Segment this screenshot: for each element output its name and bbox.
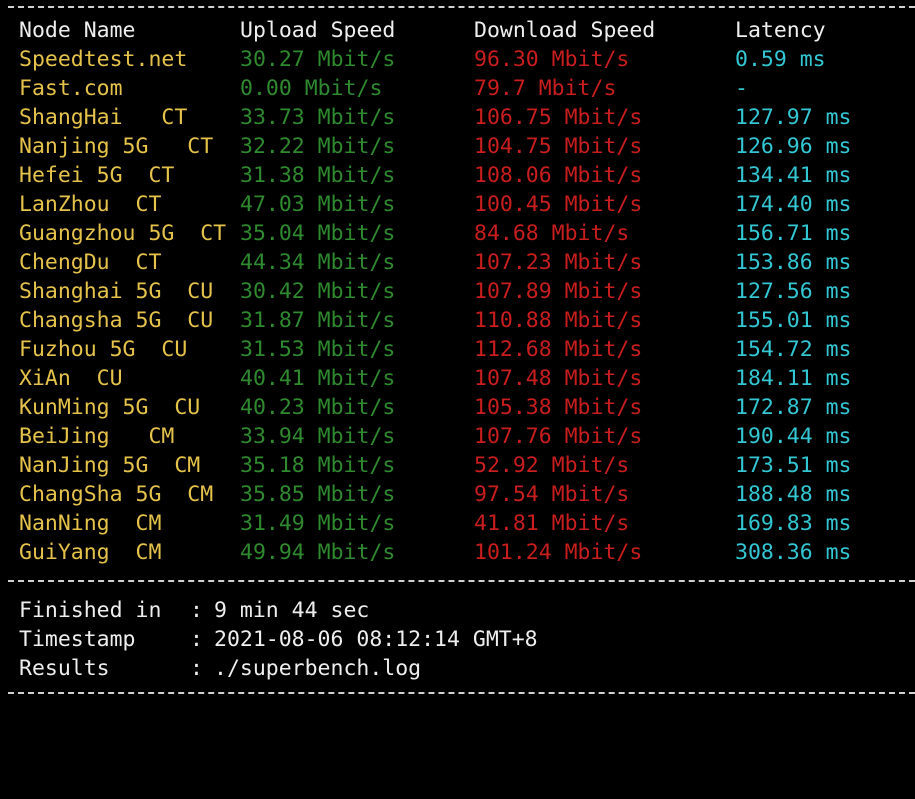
node-name-cell: Fuzhou 5G CU: [19, 337, 188, 362]
separator-top: [8, 6, 915, 8]
upload-speed-cell: 49.94 Mbit/s: [240, 540, 396, 565]
upload-speed-cell: 47.03 Mbit/s: [240, 192, 396, 217]
upload-speed-cell: 30.27 Mbit/s: [240, 47, 396, 72]
node-name-cell: KunMing 5G CU: [19, 395, 201, 420]
results-colon: :: [190, 656, 203, 681]
download-speed-cell: 108.06 Mbit/s: [474, 163, 643, 188]
finished-colon: :: [190, 598, 203, 623]
node-name-cell: Shanghai 5G CU: [19, 279, 214, 304]
node-name-cell: ChengDu CT: [19, 250, 162, 275]
download-speed-cell: 41.81 Mbit/s: [474, 511, 630, 536]
upload-speed-cell: 32.22 Mbit/s: [240, 134, 396, 159]
latency-cell: 184.11 ms: [735, 366, 852, 391]
node-name-cell: LanZhou CT: [19, 192, 162, 217]
timestamp-label: Timestamp: [19, 627, 136, 652]
header-node-name: Node Name: [19, 18, 136, 43]
upload-speed-cell: 31.53 Mbit/s: [240, 337, 396, 362]
latency-cell: -: [735, 76, 748, 101]
node-name-cell: NanJing 5G CM: [19, 453, 201, 478]
latency-cell: 172.87 ms: [735, 395, 852, 420]
upload-speed-cell: 35.04 Mbit/s: [240, 221, 396, 246]
finished-label: Finished in: [19, 598, 162, 623]
latency-cell: 174.40 ms: [735, 192, 852, 217]
upload-speed-cell: 35.85 Mbit/s: [240, 482, 396, 507]
upload-speed-cell: 31.49 Mbit/s: [240, 511, 396, 536]
upload-speed-cell: 44.34 Mbit/s: [240, 250, 396, 275]
latency-cell: 154.72 ms: [735, 337, 852, 362]
header-latency: Latency: [735, 18, 826, 43]
header-download-speed: Download Speed: [474, 18, 656, 43]
download-speed-cell: 97.54 Mbit/s: [474, 482, 630, 507]
download-speed-cell: 104.75 Mbit/s: [474, 134, 643, 159]
download-speed-cell: 107.76 Mbit/s: [474, 424, 643, 449]
upload-speed-cell: 31.38 Mbit/s: [240, 163, 396, 188]
node-name-cell: Speedtest.net: [19, 47, 188, 72]
results-value: ./superbench.log: [214, 656, 422, 681]
node-name-cell: Fast.com: [19, 76, 123, 101]
node-name-cell: Nanjing 5G CT: [19, 134, 214, 159]
latency-cell: 190.44 ms: [735, 424, 852, 449]
download-speed-cell: 79.7 Mbit/s: [474, 76, 617, 101]
latency-cell: 173.51 ms: [735, 453, 852, 478]
upload-speed-cell: 33.73 Mbit/s: [240, 105, 396, 130]
finished-value: 9 min 44 sec: [214, 598, 370, 623]
latency-cell: 155.01 ms: [735, 308, 852, 333]
latency-cell: 127.97 ms: [735, 105, 852, 130]
latency-cell: 126.96 ms: [735, 134, 852, 159]
upload-speed-cell: 31.87 Mbit/s: [240, 308, 396, 333]
upload-speed-cell: 40.41 Mbit/s: [240, 366, 396, 391]
footer-finished: Finished in : 9 min 44 sec: [19, 596, 369, 625]
node-name-cell: BeiJing CM: [19, 424, 175, 449]
latency-cell: 156.71 ms: [735, 221, 852, 246]
latency-cell: 134.41 ms: [735, 163, 852, 188]
footer-results: Results : ./superbench.log: [19, 654, 421, 683]
separator-bottom: [8, 692, 915, 694]
timestamp-colon: :: [190, 627, 203, 652]
latency-cell: 153.86 ms: [735, 250, 852, 275]
download-speed-cell: 101.24 Mbit/s: [474, 540, 643, 565]
download-speed-cell: 107.89 Mbit/s: [474, 279, 643, 304]
terminal-window: Node Name Upload Speed Download Speed La…: [0, 0, 915, 700]
download-speed-cell: 52.92 Mbit/s: [474, 453, 630, 478]
node-name-cell: ShangHai CT: [19, 105, 188, 130]
footer-timestamp: Timestamp : 2021-08-06 08:12:14 GMT+8: [19, 625, 538, 654]
upload-speed-cell: 0.00 Mbit/s: [240, 76, 383, 101]
upload-speed-cell: 30.42 Mbit/s: [240, 279, 396, 304]
header-upload-speed: Upload Speed: [240, 18, 396, 43]
download-speed-cell: 106.75 Mbit/s: [474, 105, 643, 130]
download-speed-cell: 100.45 Mbit/s: [474, 192, 643, 217]
download-speed-cell: 107.48 Mbit/s: [474, 366, 643, 391]
node-name-cell: GuiYang CM: [19, 540, 162, 565]
node-name-cell: XiAn CU: [19, 366, 123, 391]
table-header: Node Name Upload Speed Download Speed La…: [0, 16, 826, 45]
timestamp-value: 2021-08-06 08:12:14 GMT+8: [214, 627, 538, 652]
download-speed-cell: 84.68 Mbit/s: [474, 221, 630, 246]
download-speed-cell: 112.68 Mbit/s: [474, 337, 643, 362]
latency-cell: 0.59 ms: [735, 47, 826, 72]
latency-cell: 188.48 ms: [735, 482, 852, 507]
latency-cell: 169.83 ms: [735, 511, 852, 536]
node-name-cell: Guangzhou 5G CT: [19, 221, 227, 246]
download-speed-cell: 107.23 Mbit/s: [474, 250, 643, 275]
download-speed-cell: 96.30 Mbit/s: [474, 47, 630, 72]
results-label: Results: [19, 656, 110, 681]
node-name-cell: ChangSha 5G CM: [19, 482, 214, 507]
upload-speed-cell: 33.94 Mbit/s: [240, 424, 396, 449]
download-speed-cell: 110.88 Mbit/s: [474, 308, 643, 333]
latency-cell: 308.36 ms: [735, 540, 852, 565]
upload-speed-cell: 40.23 Mbit/s: [240, 395, 396, 420]
download-speed-cell: 105.38 Mbit/s: [474, 395, 643, 420]
separator-middle: [8, 580, 915, 582]
latency-cell: 127.56 ms: [735, 279, 852, 304]
node-name-cell: Hefei 5G CT: [19, 163, 175, 188]
node-name-cell: Changsha 5G CU: [19, 308, 214, 333]
upload-speed-cell: 35.18 Mbit/s: [240, 453, 396, 478]
node-name-cell: NanNing CM: [19, 511, 162, 536]
